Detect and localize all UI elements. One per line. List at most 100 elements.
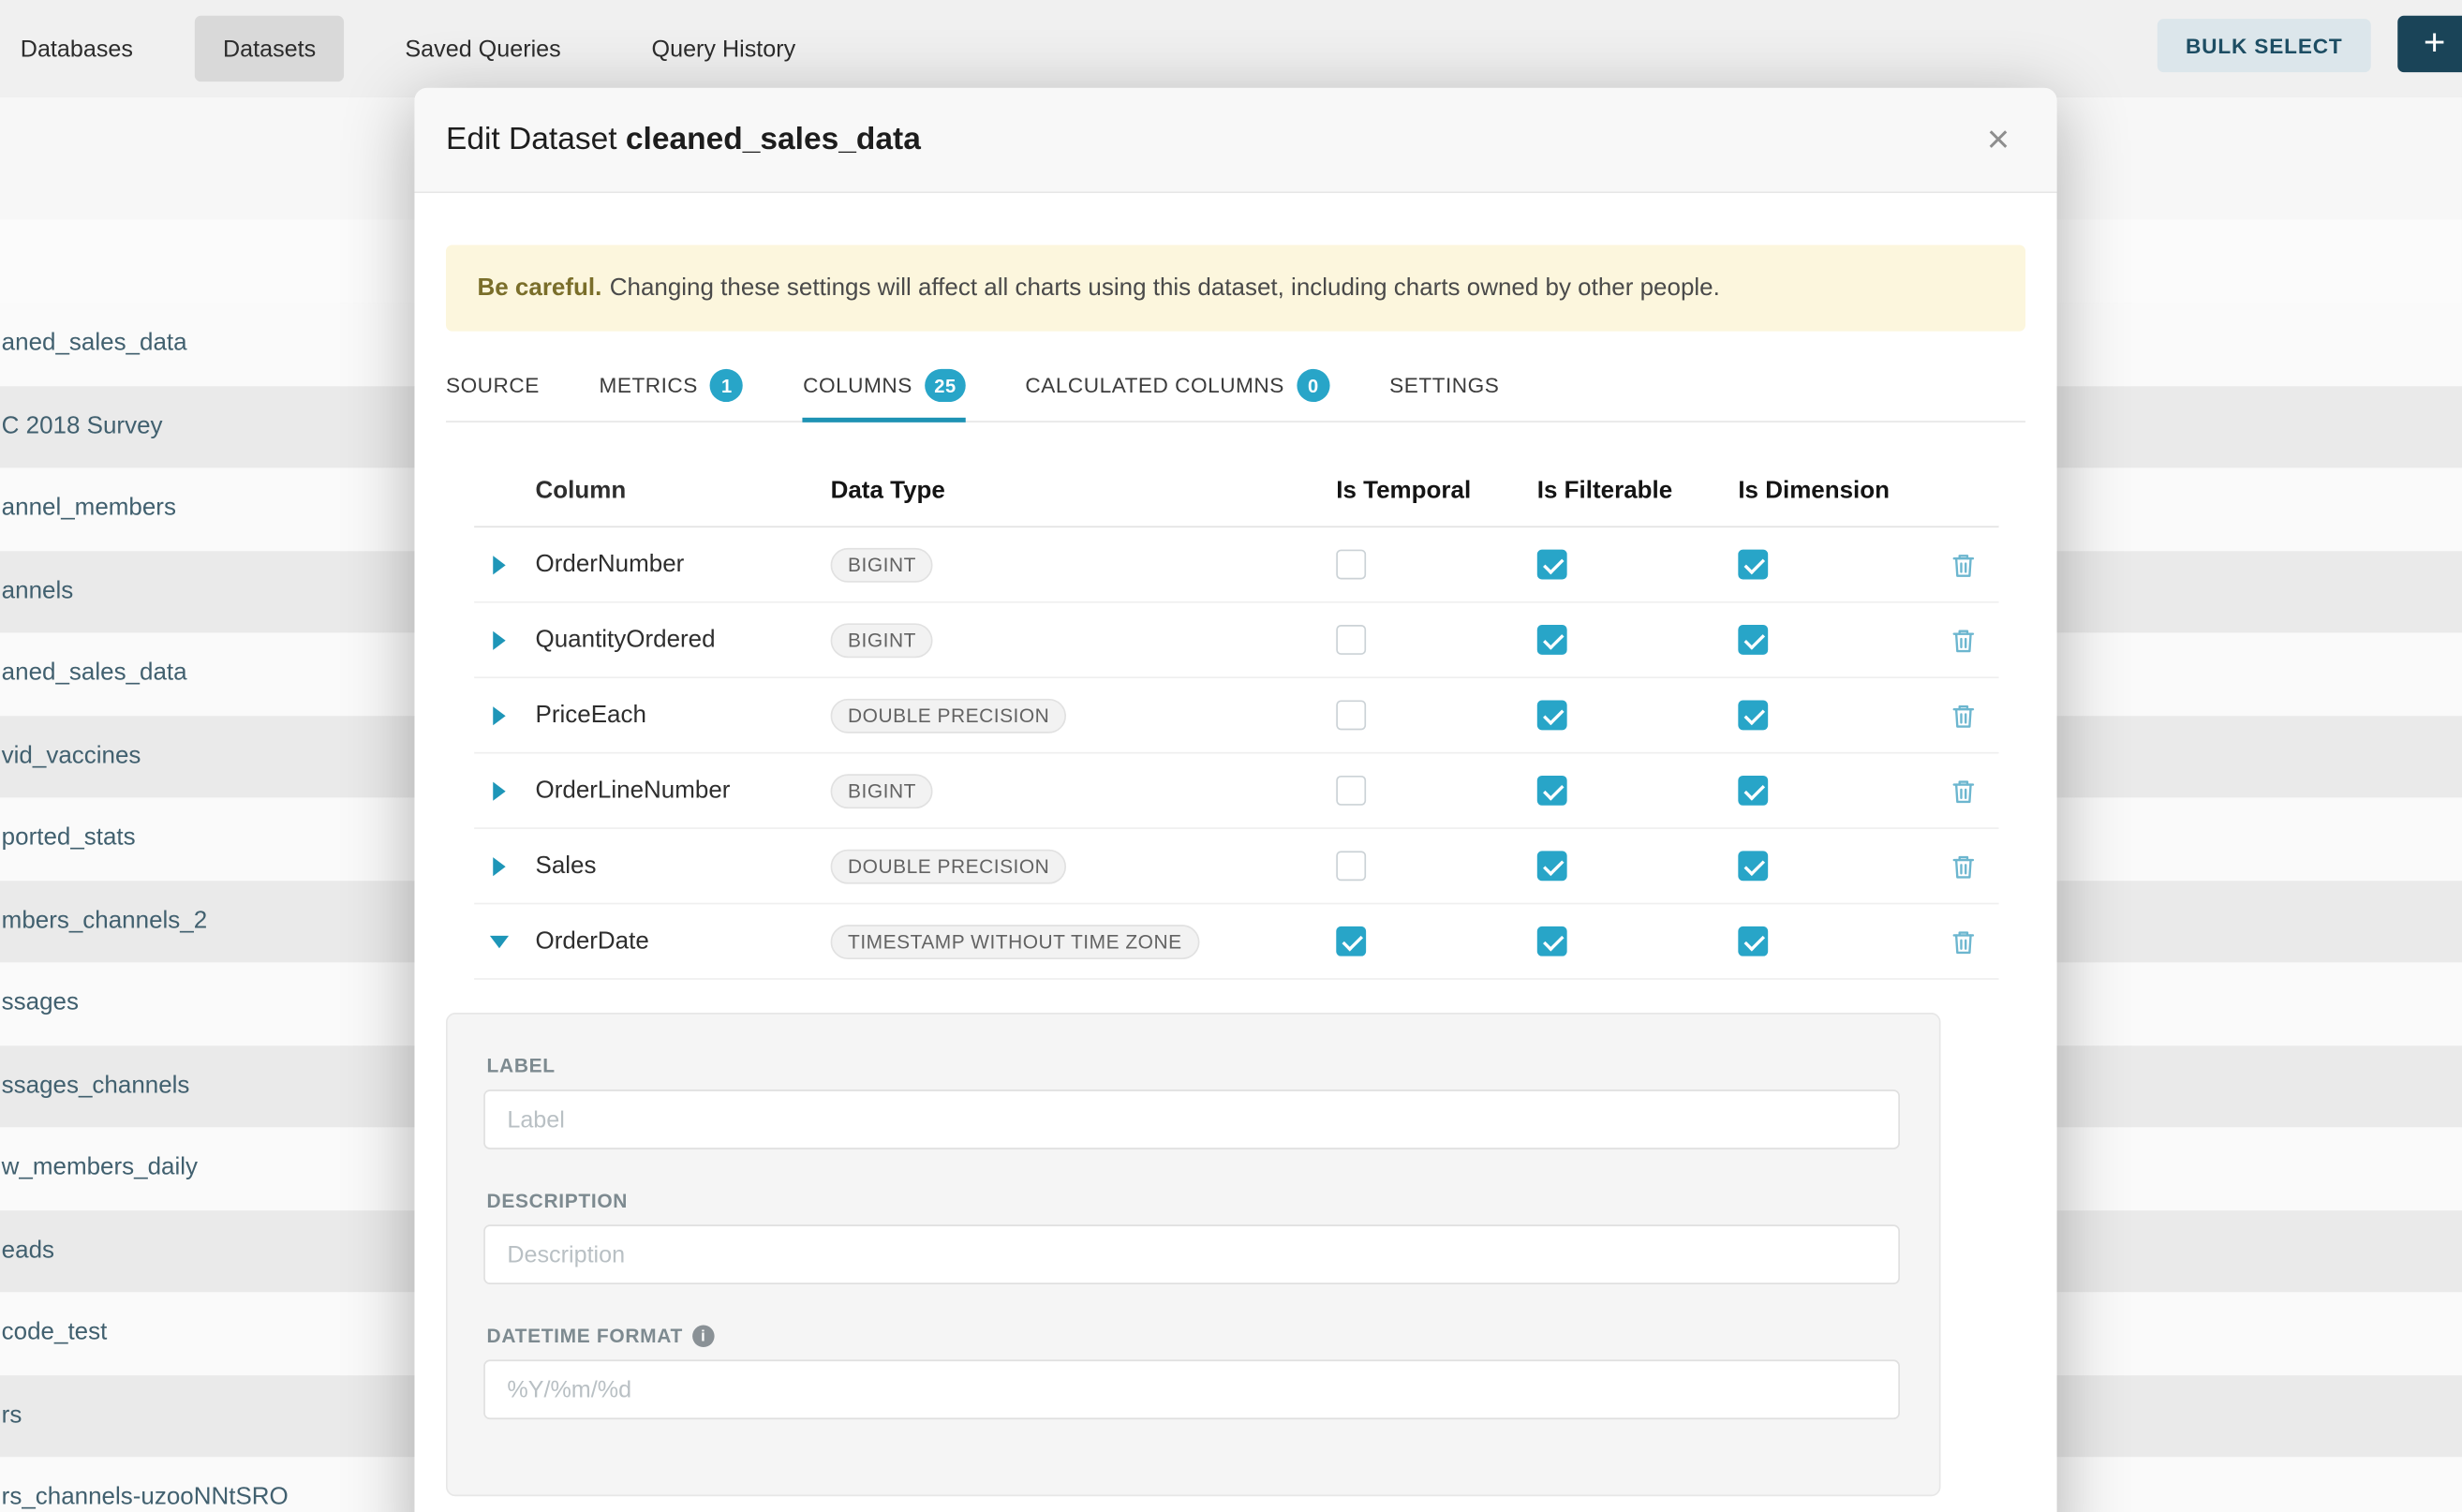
add-dataset-button[interactable]: + bbox=[2397, 16, 2462, 72]
columns-table-header: Column Data Type Is Temporal Is Filterab… bbox=[474, 457, 1998, 527]
warning-text: Changing these settings will affect all … bbox=[610, 274, 1720, 302]
is-filterable-checkbox[interactable] bbox=[1537, 625, 1567, 655]
header-data-type: Data Type bbox=[820, 478, 1326, 506]
datetime-format-label-text: DATETIME FORMAT bbox=[487, 1326, 683, 1347]
header-is-filterable: Is Filterable bbox=[1526, 478, 1728, 506]
modal-body: Be careful. Changing these settings will… bbox=[414, 245, 2056, 1496]
column-name: OrderNumber bbox=[536, 550, 685, 578]
dataset-link[interactable]: vid_vaccines bbox=[0, 742, 141, 770]
data-type-pill: BIGINT bbox=[831, 773, 934, 808]
label-field-label: LABEL bbox=[487, 1055, 1939, 1076]
header-is-temporal: Is Temporal bbox=[1326, 478, 1527, 506]
data-type-pill: DOUBLE PRECISION bbox=[831, 849, 1067, 883]
nav-tab-saved-queries[interactable]: Saved Queries bbox=[405, 0, 560, 97]
nav-tab-databases[interactable]: Databases bbox=[21, 0, 133, 97]
dataset-link[interactable]: aned_sales_data bbox=[0, 330, 187, 358]
edit-dataset-modal: Edit Dataset cleaned_sales_data × Be car… bbox=[414, 88, 2056, 1512]
is-temporal-checkbox[interactable] bbox=[1336, 851, 1366, 881]
column-row: QuantityOrdered BIGINT bbox=[474, 603, 1998, 678]
top-nav: Databases Datasets Saved Queries Query H… bbox=[0, 0, 2462, 99]
is-dimension-checkbox[interactable] bbox=[1738, 550, 1768, 580]
dataset-link[interactable]: annels bbox=[0, 577, 73, 605]
close-icon[interactable]: × bbox=[1987, 120, 2010, 159]
label-input[interactable] bbox=[483, 1090, 1900, 1149]
dataset-link[interactable]: ssages_channels bbox=[0, 1072, 189, 1100]
description-input[interactable] bbox=[483, 1224, 1900, 1284]
column-name: PriceEach bbox=[536, 701, 646, 729]
delete-column-icon[interactable] bbox=[1950, 701, 1977, 729]
header-column: Column bbox=[525, 478, 820, 506]
header-is-dimension: Is Dimension bbox=[1728, 478, 1929, 506]
is-filterable-checkbox[interactable] bbox=[1537, 550, 1567, 580]
is-temporal-checkbox[interactable] bbox=[1336, 625, 1366, 655]
tab-count-badge: 25 bbox=[925, 369, 965, 402]
tab-source[interactable]: SOURCE bbox=[446, 353, 540, 422]
column-name: OrderLineNumber bbox=[536, 777, 731, 805]
delete-column-icon[interactable] bbox=[1950, 852, 1977, 880]
is-dimension-checkbox[interactable] bbox=[1738, 625, 1768, 655]
modal-title: Edit Dataset cleaned_sales_data bbox=[446, 122, 921, 158]
dataset-link[interactable]: mbers_channels_2 bbox=[0, 907, 207, 935]
description-field-label: DESCRIPTION bbox=[487, 1190, 1939, 1211]
is-filterable-checkbox[interactable] bbox=[1537, 700, 1567, 730]
modal-title-dataset: cleaned_sales_data bbox=[626, 122, 921, 156]
modal-tabs: SOURCE METRICS1 COLUMNS 25 CALCULATED COLUMN… bbox=[446, 353, 2025, 422]
delete-column-icon[interactable] bbox=[1950, 550, 1977, 578]
dataset-link[interactable]: ssages bbox=[0, 989, 79, 1017]
tab-label: SETTINGS bbox=[1389, 374, 1499, 397]
column-row: Sales DOUBLE PRECISION bbox=[474, 829, 1998, 904]
plus-icon: + bbox=[2424, 16, 2445, 72]
is-filterable-checkbox[interactable] bbox=[1537, 926, 1567, 956]
nav-tab-datasets[interactable]: Datasets bbox=[195, 16, 345, 82]
is-dimension-checkbox[interactable] bbox=[1738, 700, 1768, 730]
dataset-link[interactable]: code_test bbox=[0, 1319, 107, 1347]
info-icon[interactable]: i bbox=[692, 1326, 714, 1347]
is-dimension-checkbox[interactable] bbox=[1738, 776, 1768, 806]
is-temporal-checkbox[interactable] bbox=[1336, 700, 1366, 730]
datetime-format-input[interactable] bbox=[483, 1359, 1900, 1419]
dataset-link[interactable]: ported_stats bbox=[0, 824, 136, 852]
columns-table-body: OrderNumber BIGINT QuantityOrdered BIGINT Pr… bbox=[474, 527, 1998, 980]
dataset-link[interactable]: rs bbox=[0, 1401, 22, 1430]
column-name: QuantityOrdered bbox=[536, 626, 716, 654]
is-temporal-checkbox[interactable] bbox=[1336, 550, 1366, 580]
dataset-link[interactable]: rs_channels-uzooNNtSRO bbox=[0, 1484, 289, 1512]
expand-caret-icon[interactable] bbox=[493, 555, 505, 573]
is-dimension-checkbox[interactable] bbox=[1738, 926, 1768, 956]
is-filterable-checkbox[interactable] bbox=[1537, 776, 1567, 806]
expand-caret-icon[interactable] bbox=[493, 781, 505, 800]
dataset-link[interactable]: eads bbox=[0, 1237, 54, 1265]
is-temporal-checkbox[interactable] bbox=[1336, 776, 1366, 806]
tab-settings[interactable]: SETTINGS bbox=[1389, 353, 1499, 422]
is-dimension-checkbox[interactable] bbox=[1738, 851, 1768, 881]
data-type-pill: BIGINT bbox=[831, 547, 934, 582]
columns-table: Column Data Type Is Temporal Is Filterab… bbox=[474, 457, 1998, 980]
tab-columns[interactable]: COLUMNS 25 bbox=[803, 353, 966, 422]
app-root: Databases Datasets Saved Queries Query H… bbox=[0, 0, 2462, 1512]
expand-caret-icon[interactable] bbox=[493, 705, 505, 724]
tab-calculated-columns[interactable]: CALCULATED COLUMNS0 bbox=[1025, 353, 1329, 422]
tab-label: COLUMNS bbox=[803, 374, 912, 397]
tab-count-badge: 1 bbox=[710, 369, 743, 402]
collapse-caret-icon[interactable] bbox=[490, 935, 509, 947]
tab-metrics[interactable]: METRICS1 bbox=[599, 353, 743, 422]
delete-column-icon[interactable] bbox=[1950, 927, 1977, 956]
data-type-pill: TIMESTAMP WITHOUT TIME ZONE bbox=[831, 924, 1199, 958]
dataset-link[interactable]: annel_members bbox=[0, 495, 176, 523]
delete-column-icon[interactable] bbox=[1950, 626, 1977, 654]
is-filterable-checkbox[interactable] bbox=[1537, 851, 1567, 881]
label-field: LABEL bbox=[483, 1055, 1939, 1149]
delete-column-icon[interactable] bbox=[1950, 777, 1977, 805]
dataset-link[interactable]: C 2018 Survey bbox=[0, 412, 163, 440]
column-name: Sales bbox=[536, 852, 597, 880]
is-temporal-checkbox[interactable] bbox=[1336, 926, 1366, 956]
datetime-format-field: DATETIME FORMAT i bbox=[483, 1326, 1939, 1420]
nav-tab-query-history[interactable]: Query History bbox=[652, 0, 796, 97]
dataset-link[interactable]: aned_sales_data bbox=[0, 660, 187, 688]
dataset-link[interactable]: w_members_daily bbox=[0, 1154, 198, 1182]
bulk-select-button[interactable]: BULK SELECT bbox=[2158, 19, 2371, 72]
data-type-pill: BIGINT bbox=[831, 623, 934, 658]
expand-caret-icon[interactable] bbox=[493, 856, 505, 875]
warning-bold: Be careful. bbox=[478, 274, 602, 302]
expand-caret-icon[interactable] bbox=[493, 630, 505, 649]
